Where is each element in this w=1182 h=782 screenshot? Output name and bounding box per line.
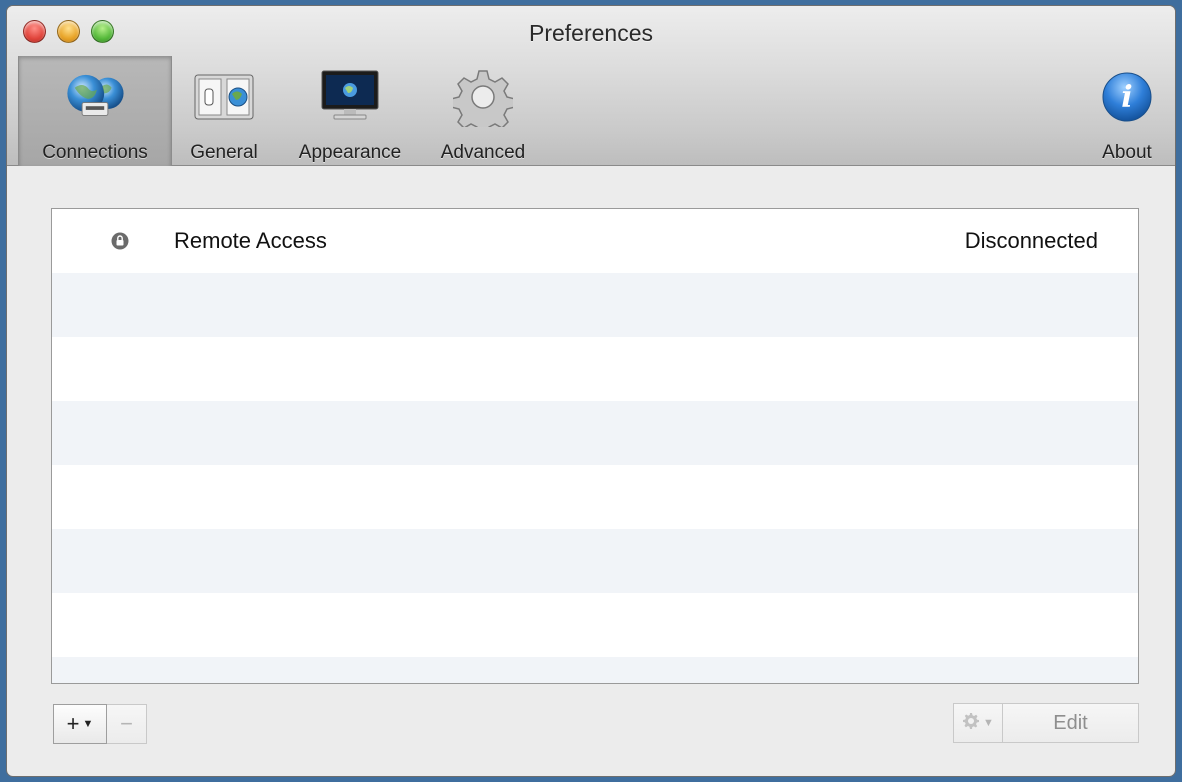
table-row: [52, 401, 1138, 465]
monitor-icon: [315, 66, 385, 128]
connections-table: Remote Access Disconnected: [51, 208, 1139, 684]
tab-connections[interactable]: Connections: [18, 56, 172, 166]
table-row: [52, 593, 1138, 657]
tab-connections-label: Connections: [42, 142, 148, 163]
remove-label: −: [120, 711, 133, 736]
connection-status: Disconnected: [964, 228, 1098, 253]
edit-label: Edit: [1053, 711, 1088, 734]
tab-advanced[interactable]: Advanced: [427, 56, 539, 166]
table-row: [52, 273, 1138, 337]
connections-globe-icon: [60, 66, 130, 128]
tab-advanced-label: Advanced: [440, 142, 526, 163]
add-label: +: [66, 711, 80, 736]
window-title: Preferences: [528, 20, 653, 46]
tab-appearance[interactable]: Appearance: [279, 56, 421, 166]
table-row: [52, 465, 1138, 529]
general-switch-icon: [189, 66, 259, 128]
table-row[interactable]: Remote Access Disconnected: [52, 209, 1138, 273]
add-button[interactable]: + ▼: [53, 704, 107, 744]
tab-general[interactable]: General: [177, 56, 271, 166]
gear-icon: [448, 66, 518, 128]
action-edit-group: ▼ Edit: [953, 703, 1139, 743]
tab-general-label: General: [190, 142, 258, 163]
info-icon: i: [1092, 66, 1162, 128]
svg-text:i: i: [1121, 80, 1132, 115]
about-button[interactable]: i About: [1087, 56, 1167, 166]
toolbar: Preferences Connections General Appearan…: [7, 6, 1175, 166]
gear-icon: [962, 710, 980, 736]
lock-icon: [111, 232, 129, 255]
tab-appearance-label: Appearance: [298, 142, 402, 163]
edit-button[interactable]: Edit: [1003, 703, 1139, 743]
action-menu-button[interactable]: ▼: [953, 703, 1003, 743]
table-row: [52, 657, 1138, 683]
chevron-down-icon: ▼: [82, 718, 94, 730]
chevron-down-icon: ▼: [983, 717, 994, 729]
table-row: [52, 337, 1138, 401]
preferences-window: Preferences Connections General Appearan…: [6, 5, 1176, 777]
table-row: [52, 529, 1138, 593]
remove-button[interactable]: −: [107, 704, 147, 744]
connection-name: Remote Access: [174, 228, 327, 253]
add-remove-group: + ▼ −: [53, 704, 147, 744]
about-label: About: [1102, 142, 1152, 163]
